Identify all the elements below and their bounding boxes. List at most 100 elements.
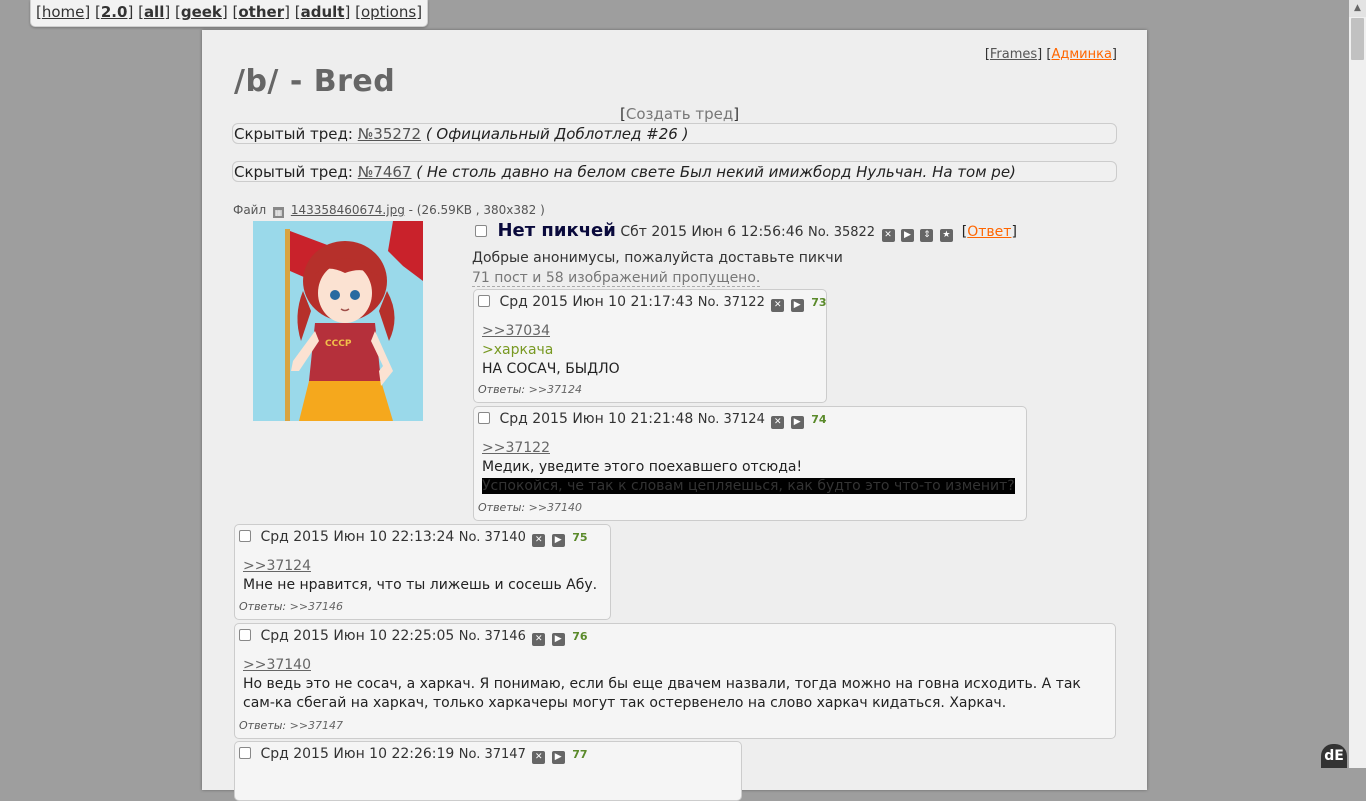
hidden-thread-row: Скрытый тред: №7467 ( Не столь давно на … [232,161,1117,182]
replies-label: Ответы: [478,383,526,396]
hidden-thread-subject: ( Официальный Доблотлед #26 ) [425,125,689,143]
post-header: Срд 2015 Июн 10 21:21:48 No. 37124 ✕ ▶ 7… [478,411,827,429]
post-counter: 76 [572,630,588,643]
reply-backlink[interactable]: >>37146 [290,600,343,613]
hidden-thread-label: Скрытый тред: [234,163,353,181]
hidden-thread-link[interactable]: №35272 [358,125,421,143]
quote-link[interactable]: >>37034 [482,323,550,339]
file-icon: ▦ [272,207,284,218]
reply-backlink[interactable]: >>37147 [290,719,343,732]
omitted-posts-notice[interactable]: 71 пост и 58 изображений пропущено. [472,270,761,287]
post-counter: 77 [572,748,588,761]
post-header: Срд 2015 Июн 10 21:17:43 No. 37122 ✕ ▶ 7… [478,294,827,312]
report-icon[interactable]: ▶ [551,534,565,547]
hidden-thread-label: Скрытый тред: [234,125,353,143]
op-file-info: Файл ▦ 143358460674.jpg - (26.59KB , 380… [233,203,545,218]
post-body: >>37140 Но ведь это не сосач, а харкач. … [243,656,1107,713]
hidden-thread-link[interactable]: №7467 [358,163,412,181]
post-select-checkbox[interactable] [239,747,251,759]
scrollbar-thumb[interactable] [1351,18,1364,60]
nav-other-link[interactable]: other [238,3,284,21]
post-date: Срд 2015 Июн 10 21:17:43 [499,294,694,310]
post-number[interactable]: No. 37124 [698,412,765,427]
post-date: Срд 2015 Июн 10 22:26:19 [260,746,455,762]
op-thumbnail[interactable]: CCCP [253,221,423,421]
create-thread: [Создать тред] [620,105,740,123]
post-text: Мне не нравится, что ты лижешь и сосешь … [243,577,598,593]
post-number[interactable]: No. 37147 [459,747,526,762]
post-select-checkbox[interactable] [239,530,251,542]
star-icon[interactable]: ★ [939,229,953,242]
replies-label: Ответы: [478,501,526,514]
op-post-number[interactable]: No. 35822 [808,225,875,240]
nav-geek-link[interactable]: geek [181,3,222,21]
quote-link[interactable]: >>37124 [243,558,311,574]
quote-link[interactable]: >>37122 [482,440,550,456]
reply-post: Срд 2015 Июн 10 22:26:19 No. 37147 ✕ ▶ 7… [234,741,742,801]
hide-icon[interactable]: ✕ [532,633,546,646]
scroll-up-arrow-icon[interactable]: ▲ [1349,0,1366,17]
replies-label: Ответы: [239,719,287,732]
post-select-checkbox[interactable] [478,295,490,307]
hide-icon[interactable]: ✕ [532,534,546,547]
op-subject: Нет пикчей [497,220,616,241]
post-number[interactable]: No. 37146 [459,629,526,644]
post-text: НА СОСАЧ, БЫДЛО [482,361,620,377]
reply-post: Срд 2015 Июн 10 22:25:05 No. 37146 ✕ ▶ 7… [234,623,1116,739]
post-number[interactable]: No. 37122 [698,295,765,310]
create-thread-link[interactable]: Создать тред [626,105,733,123]
post-date: Срд 2015 Июн 10 22:25:05 [260,628,455,644]
post-replies: Ответы: >>37146 [239,600,343,613]
op-date: Сбт 2015 Июн 6 12:56:46 [620,224,804,240]
post-number[interactable]: No. 37140 [459,530,526,545]
post-text: Но ведь это не сосач, а харкач. Я понима… [243,676,1081,692]
svg-text:CCCP: CCCP [325,339,352,349]
vertical-scrollbar[interactable]: ▲ [1349,0,1366,768]
quote-link[interactable]: >>37140 [243,657,311,673]
post-body: >>37034 >харкача НА СОСАЧ, БЫДЛО [482,322,818,379]
expand-icon[interactable]: ⇕ [920,229,934,242]
post-header: Срд 2015 Июн 10 22:13:24 No. 37140 ✕ ▶ 7… [239,529,588,547]
hidden-thread-row: Скрытый тред: №35272 ( Официальный Добло… [232,123,1117,144]
report-icon[interactable]: ▶ [551,751,565,764]
hide-icon[interactable]: ✕ [771,416,785,429]
admin-link[interactable]: Админка [1051,47,1111,62]
post-body: >>37122 Медик, уведите этого поехавшего … [482,439,1018,496]
reply-backlink[interactable]: >>37124 [529,383,582,396]
report-icon[interactable]: ▶ [790,299,804,312]
replies-label: Ответы: [239,600,287,613]
post-select-checkbox[interactable] [239,629,251,641]
reply-post: Срд 2015 Июн 10 21:21:48 No. 37124 ✕ ▶ 7… [473,406,1027,521]
post-body: >>37124 Мне не нравится, что ты лижешь и… [243,557,602,595]
hide-icon[interactable]: ✕ [881,229,895,242]
spoiler-text[interactable]: Успокойся, че так к словам цепляешься, к… [482,478,1015,494]
file-name-link[interactable]: 143358460674.jpg [291,203,405,217]
file-meta: - (26.59KB , 380x382 ) [408,203,545,217]
frames-link[interactable]: Frames [990,47,1037,62]
post-select-checkbox[interactable] [478,412,490,424]
report-icon[interactable]: ▶ [790,416,804,429]
nav-all-link[interactable]: all [144,3,164,21]
post-header: Срд 2015 Июн 10 22:26:19 No. 37147 ✕ ▶ 7… [239,746,588,764]
op-select-checkbox[interactable] [475,225,487,237]
nav-home-link[interactable]: home [42,3,85,21]
nav-adult-link[interactable]: adult [301,3,345,21]
extension-badge-icon[interactable]: dE [1321,744,1347,768]
reply-backlink[interactable]: >>37140 [529,501,582,514]
post-replies: Ответы: >>37147 [239,719,343,732]
op-reply-link[interactable]: Ответ [967,224,1011,240]
post-date: Срд 2015 Июн 10 22:13:24 [260,529,455,545]
report-icon[interactable]: ▶ [551,633,565,646]
post-text: сам-ка сбегай на харкач, только харкачер… [243,695,1007,711]
post-date: Срд 2015 Июн 10 21:21:48 [499,411,694,427]
op-message: Добрые анонимусы, пожалуйста доставьте п… [472,250,843,266]
reply-post: Срд 2015 Июн 10 21:17:43 No. 37122 ✕ ▶ 7… [473,289,827,403]
nav-options-link[interactable]: options [361,3,416,21]
hide-icon[interactable]: ✕ [771,299,785,312]
report-icon[interactable]: ▶ [900,229,914,242]
nav-2-0-link[interactable]: 2.0 [101,3,128,21]
reply-post: Срд 2015 Июн 10 22:13:24 No. 37140 ✕ ▶ 7… [234,524,611,620]
top-links: [Frames] [Админка] [984,47,1117,62]
hide-icon[interactable]: ✕ [532,751,546,764]
file-label: Файл [233,203,267,217]
